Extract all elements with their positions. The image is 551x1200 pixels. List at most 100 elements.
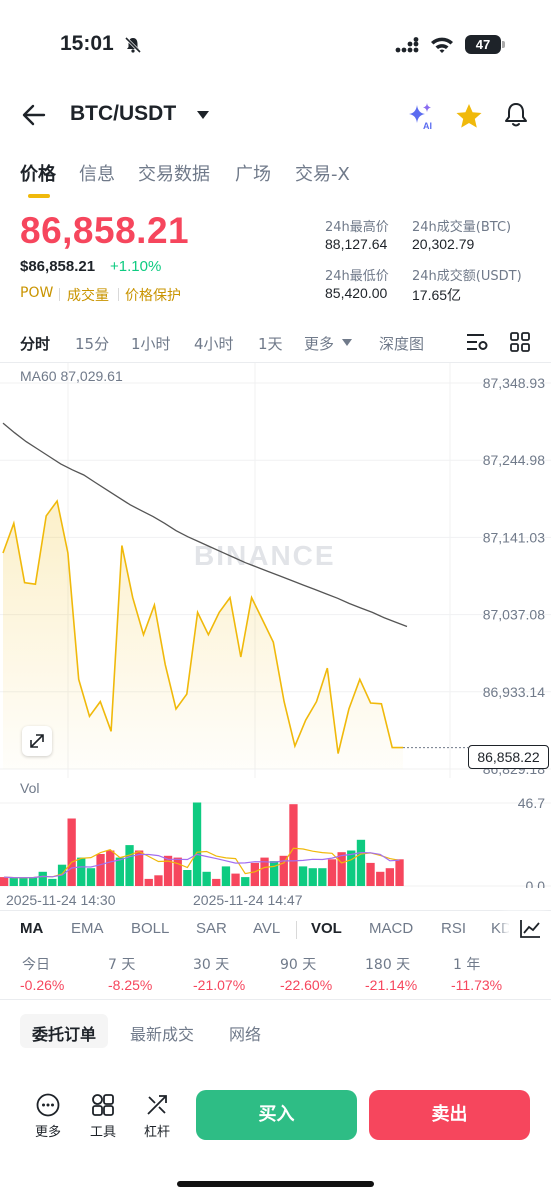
indicator-boll[interactable]: BOLL bbox=[131, 920, 169, 937]
volume-y-tick-label: 46.7 bbox=[518, 795, 545, 811]
indicator-kd[interactable]: KD bbox=[491, 920, 510, 937]
volume-bar bbox=[366, 862, 375, 886]
indicator-vol[interactable]: VOL bbox=[311, 920, 342, 937]
perf-label-180d: 180 天 bbox=[365, 957, 411, 973]
volume-bar bbox=[202, 871, 211, 886]
indicator-rsi[interactable]: RSI bbox=[441, 920, 466, 937]
ma-value: 87,029.61 bbox=[60, 368, 123, 384]
x-tick-label: 2025-11-24 14:47 bbox=[193, 892, 303, 908]
more-label[interactable]: 更多 bbox=[28, 1121, 68, 1140]
volume-usdt-label: 24h成交额(USDT) bbox=[412, 269, 522, 284]
more-icon[interactable] bbox=[36, 1093, 60, 1117]
sell-button[interactable]: 卖出 bbox=[369, 1090, 530, 1140]
perf-divider bbox=[0, 999, 551, 1000]
low-value: 85,420.00 bbox=[325, 285, 388, 301]
notification-bell-icon[interactable] bbox=[503, 101, 529, 129]
perf-value-90d: -22.60% bbox=[280, 977, 333, 993]
volume-bar bbox=[347, 850, 356, 886]
indicator-macd[interactable]: MACD bbox=[369, 920, 413, 937]
interval-line[interactable]: 分时 bbox=[20, 333, 50, 354]
price-chart[interactable]: BINANCE 87,348.93 87,244.98 87,141.03 87,03… bbox=[0, 363, 551, 778]
volume-bar bbox=[154, 875, 163, 886]
tag-volume[interactable]: 成交量 bbox=[67, 285, 109, 305]
volume-bar bbox=[106, 850, 115, 886]
pair-title[interactable]: BTC/USDT bbox=[70, 102, 176, 126]
grid-layout-icon[interactable] bbox=[510, 332, 530, 352]
usd-price: $86,858.21 bbox=[20, 258, 96, 275]
order-tab-network[interactable]: 网络 bbox=[229, 1021, 261, 1045]
cellular-signal-icon bbox=[395, 37, 419, 53]
buy-button[interactable]: 买入 bbox=[196, 1090, 357, 1140]
interval-1h[interactable]: 1小时 bbox=[131, 333, 171, 354]
volume-bars bbox=[0, 802, 404, 886]
interval-depth[interactable]: 深度图 bbox=[379, 333, 424, 354]
chart-bottom-divider bbox=[0, 910, 551, 911]
y-tick-label: 86,933.14 bbox=[483, 684, 545, 700]
indicator-chart-icon bbox=[520, 920, 540, 938]
interval-4h[interactable]: 4小时 bbox=[194, 333, 234, 354]
tag-divider bbox=[118, 288, 119, 301]
leverage-icon[interactable] bbox=[145, 1093, 169, 1117]
tab-square[interactable]: 广场 bbox=[235, 160, 271, 186]
more-caret-icon[interactable] bbox=[342, 339, 352, 346]
volume-bar bbox=[395, 859, 404, 886]
volume-bar bbox=[9, 878, 18, 886]
volume-bar bbox=[163, 855, 173, 886]
interval-15m[interactable]: 15分 bbox=[75, 333, 109, 354]
volume-bar bbox=[385, 868, 394, 886]
tag-price-protection[interactable]: 价格保护 bbox=[125, 285, 181, 305]
volume-bar bbox=[28, 877, 38, 886]
volume-bar bbox=[212, 878, 221, 886]
wifi-icon bbox=[431, 37, 453, 53]
volume-chart[interactable]: 46.7 0.0 bbox=[0, 778, 551, 888]
tab-trading-data[interactable]: 交易数据 bbox=[138, 160, 210, 186]
interval-more[interactable]: 更多 bbox=[304, 333, 334, 354]
indicator-avl[interactable]: AVL bbox=[253, 920, 280, 937]
high-label: 24h最高价 bbox=[325, 220, 389, 235]
tab-info[interactable]: 信息 bbox=[79, 160, 115, 186]
order-tab-orders[interactable]: 委托订单 bbox=[32, 1021, 96, 1045]
ma-label: MA60 87,029.61 bbox=[20, 368, 123, 384]
indicator-kd-clip: KD bbox=[491, 914, 510, 944]
tag-pow[interactable]: POW bbox=[20, 285, 53, 301]
expand-chart-button[interactable] bbox=[22, 726, 52, 756]
volume-bar bbox=[125, 845, 134, 886]
y-tick-label: 87,037.08 bbox=[483, 607, 545, 623]
volume-bar bbox=[318, 868, 327, 886]
battery-tip bbox=[502, 41, 505, 48]
volume-bar bbox=[115, 857, 124, 886]
indicator-sar[interactable]: SAR bbox=[196, 920, 227, 937]
favorite-star-icon[interactable] bbox=[455, 103, 483, 129]
perf-label-90d: 90 天 bbox=[280, 957, 317, 973]
chart-settings-icon[interactable] bbox=[466, 332, 488, 352]
indicator-settings-button[interactable] bbox=[509, 912, 551, 946]
volume-usdt-value: 17.65亿 bbox=[412, 287, 462, 303]
volume-bar bbox=[250, 862, 259, 886]
leverage-label[interactable]: 杠杆 bbox=[137, 1121, 177, 1140]
volume-bar bbox=[173, 857, 182, 886]
tools-icon[interactable] bbox=[91, 1093, 115, 1117]
tab-price[interactable]: 价格 bbox=[20, 160, 56, 186]
active-tab-indicator bbox=[28, 194, 50, 198]
last-price: 86,858.21 bbox=[20, 210, 190, 251]
interval-1d[interactable]: 1天 bbox=[258, 333, 283, 354]
volume-bar bbox=[96, 854, 105, 886]
volume-bar bbox=[221, 866, 231, 886]
y-tick-label: 87,348.93 bbox=[483, 375, 545, 391]
caret-down-icon[interactable] bbox=[196, 110, 210, 120]
volume-bar bbox=[241, 877, 250, 886]
indicator-ma[interactable]: MA bbox=[20, 920, 43, 937]
tab-trade-x[interactable]: 交易-X bbox=[295, 160, 350, 186]
x-tick-label: 2025-11-24 14:30 bbox=[6, 892, 116, 908]
volume-y-tick-label: 0.0 bbox=[526, 878, 546, 888]
tools-label[interactable]: 工具 bbox=[83, 1121, 123, 1140]
ai-sparkle-icon[interactable]: AI bbox=[406, 101, 436, 131]
perf-label-7d: 7 天 bbox=[108, 957, 136, 973]
volume-bar bbox=[86, 868, 96, 886]
volume-bar bbox=[376, 871, 385, 886]
back-arrow-icon[interactable] bbox=[22, 104, 46, 126]
volume-y-axis: 46.7 0.0 bbox=[518, 795, 545, 888]
indicator-ema[interactable]: EMA bbox=[71, 920, 104, 937]
perf-value-today: -0.26% bbox=[20, 977, 65, 993]
order-tab-trades[interactable]: 最新成交 bbox=[130, 1021, 194, 1045]
